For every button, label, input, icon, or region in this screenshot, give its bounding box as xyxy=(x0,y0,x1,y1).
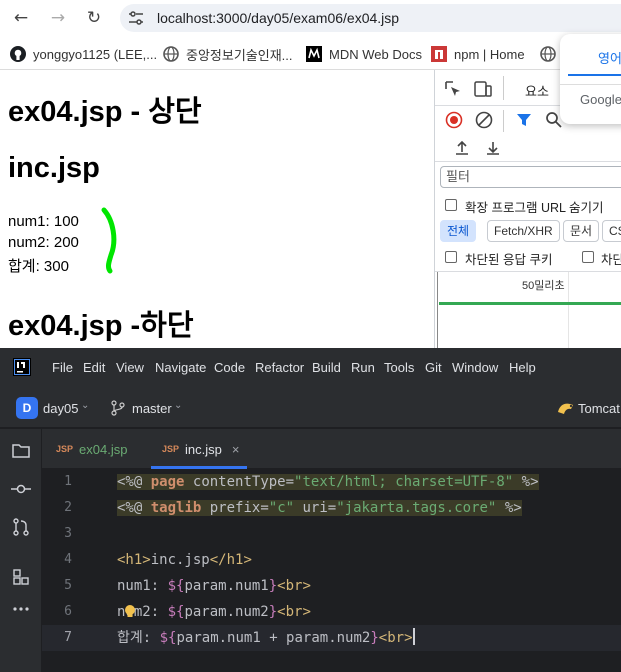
globe-icon xyxy=(163,46,179,62)
commit-icon[interactable] xyxy=(11,479,31,499)
menu-help[interactable]: Help xyxy=(509,360,536,375)
url-text: localhost:3000/day05/exam06/ex04.jsp xyxy=(157,10,400,26)
chevron-down-icon[interactable]: ⌄ xyxy=(81,400,89,411)
run-config[interactable]: Tomcat xyxy=(578,401,620,416)
bottom-heading: ex04.jsp -하단 xyxy=(8,310,194,342)
back-arrow-icon[interactable]: ← xyxy=(9,6,33,30)
inc-heading: inc.jsp xyxy=(8,152,100,184)
import-export-toolbar xyxy=(435,136,621,162)
tab-inc-jsp[interactable]: JSP inc.jsp × xyxy=(162,429,239,469)
npm-logo-icon xyxy=(431,46,447,62)
top-heading: ex04.jsp - 상단 xyxy=(8,96,202,128)
ide-menubar: File Edit View Navigate Code Refactor Bu… xyxy=(0,348,621,388)
blocked-cookies-label: 차단된 응답 쿠키 xyxy=(465,253,553,267)
branch-name[interactable]: master xyxy=(132,401,172,416)
menu-navigate[interactable]: Navigate xyxy=(155,360,206,375)
structure-icon[interactable] xyxy=(11,567,31,587)
mdn-logo-icon xyxy=(306,46,322,62)
tab-elements[interactable]: 요소 xyxy=(525,81,549,100)
translate-provider: Google xyxy=(580,92,621,107)
blocked-cookies-checkbox[interactable] xyxy=(445,251,457,263)
site-info-icon[interactable] xyxy=(128,10,144,26)
num2-line: num2: 200 xyxy=(8,234,79,251)
project-name[interactable]: day05 xyxy=(43,401,78,416)
device-toolbar-icon[interactable] xyxy=(474,80,492,98)
network-filter-input[interactable]: 필터 xyxy=(440,166,621,188)
jsp-file-icon: JSP xyxy=(162,444,180,454)
blocked-requests-checkbox[interactable] xyxy=(582,251,594,263)
tab-ex04-jsp[interactable]: JSP ex04.jsp xyxy=(56,429,127,469)
timeline-label: 50밀리초 xyxy=(522,280,565,292)
code-editor[interactable]: 1 <%@ page contentType="text/html; chars… xyxy=(42,469,621,672)
code-line: 4 <h1>inc.jsp</h1> xyxy=(64,552,252,568)
inspect-element-icon[interactable] xyxy=(444,80,462,98)
hide-extension-urls-label: 확장 프로그램 URL 숨기기 xyxy=(465,201,604,215)
ide-window: File Edit View Navigate Code Refactor Bu… xyxy=(0,348,621,672)
blocked-requests-label: 차단 xyxy=(601,253,621,267)
filter-chip-all[interactable]: 전체 xyxy=(440,220,477,242)
git-branch-icon xyxy=(111,400,125,416)
pull-requests-icon[interactable] xyxy=(11,517,31,537)
menu-window[interactable]: Window xyxy=(452,360,498,375)
code-line: 3 xyxy=(64,526,72,541)
ide-toolbar: D day05 ⌄ master ⌄ Tomcat xyxy=(0,388,621,428)
bookmark-mdn[interactable]: MDN Web Docs xyxy=(306,45,422,63)
filter-chip-css[interactable]: CS xyxy=(602,220,621,242)
filter-chip-fetch-xhr[interactable]: Fetch/XHR xyxy=(487,220,560,242)
menu-tools[interactable]: Tools xyxy=(384,360,414,375)
menu-build[interactable]: Build xyxy=(312,360,341,375)
folder-icon[interactable] xyxy=(11,441,31,461)
text-cursor xyxy=(412,628,415,645)
filter-chip-document[interactable]: 문서 xyxy=(563,220,600,242)
bookmark-joongang[interactable]: 중앙정보기술인재... xyxy=(163,45,293,63)
menu-git[interactable]: Git xyxy=(425,360,442,375)
code-line: 6 num2: ${param.num2}<br> xyxy=(64,604,311,620)
record-stop-icon[interactable] xyxy=(445,111,463,129)
page-viewport: ex04.jsp - 상단 inc.jsp num1: 100 num2: 20… xyxy=(0,70,434,348)
tomcat-icon xyxy=(558,403,573,414)
network-overview[interactable]: 50밀리초 xyxy=(435,272,621,348)
sum-line: 합계: 300 xyxy=(8,258,69,275)
address-bar[interactable]: localhost:3000/day05/exam06/ex04.jsp xyxy=(120,4,621,32)
reload-icon[interactable]: ↻ xyxy=(82,6,106,30)
browser-toolbar: ← → ↻ localhost:3000/day05/exam06/ex04.j… xyxy=(0,0,621,36)
bookmark-npm[interactable]: npm | Home xyxy=(431,45,525,63)
menu-run[interactable]: Run xyxy=(351,360,375,375)
more-icon[interactable] xyxy=(11,599,31,619)
menu-refactor[interactable]: Refactor xyxy=(255,360,304,375)
filter-funnel-icon[interactable] xyxy=(515,111,533,129)
import-har-icon[interactable] xyxy=(453,139,471,157)
project-avatar[interactable]: D xyxy=(16,397,38,419)
num1-line: num1: 100 xyxy=(8,213,79,230)
export-har-icon[interactable] xyxy=(484,139,502,157)
resource-type-filters: 전체 Fetch/XHR 문서 CS xyxy=(435,220,621,244)
jsp-file-icon: JSP xyxy=(56,444,74,454)
clear-icon[interactable] xyxy=(475,111,493,129)
code-line: 2 <%@ taglib prefix="c" uri="jakarta.tag… xyxy=(64,500,522,516)
tool-window-bar xyxy=(0,429,42,672)
editor-tabs: JSP ex04.jsp JSP inc.jsp × xyxy=(42,429,621,469)
lightbulb-icon[interactable] xyxy=(124,604,136,620)
github-icon xyxy=(10,46,26,62)
menu-view[interactable]: View xyxy=(116,360,144,375)
timeline-bar xyxy=(439,302,621,305)
menu-edit[interactable]: Edit xyxy=(83,360,105,375)
green-bracket-annotation xyxy=(101,207,117,274)
translate-popup: 영어 Google xyxy=(560,34,621,124)
hide-extension-urls-checkbox[interactable] xyxy=(445,199,457,211)
globe-icon xyxy=(540,46,556,62)
translate-language-tab[interactable]: 영어 xyxy=(598,48,621,67)
code-line: 5 num1: ${param.num1}<br> xyxy=(64,578,311,594)
code-line: 1 <%@ page contentType="text/html; chars… xyxy=(64,474,539,490)
close-icon[interactable]: × xyxy=(232,442,240,457)
chevron-down-icon[interactable]: ⌄ xyxy=(174,400,182,411)
menu-file[interactable]: File xyxy=(52,360,73,375)
menu-code[interactable]: Code xyxy=(214,360,245,375)
code-line-current: 7 합계: ${param.num1 + param.num2}<br> xyxy=(42,625,621,651)
bookmarks-bar: yonggyo1125 (LEE,... 중앙정보기술인재... MDN Web… xyxy=(0,36,621,70)
intellij-logo-icon[interactable] xyxy=(13,358,31,376)
forward-arrow-icon[interactable]: → xyxy=(46,6,70,30)
bookmark-github[interactable]: yonggyo1125 (LEE,... xyxy=(10,45,157,63)
translate-tab-indicator xyxy=(568,74,621,76)
